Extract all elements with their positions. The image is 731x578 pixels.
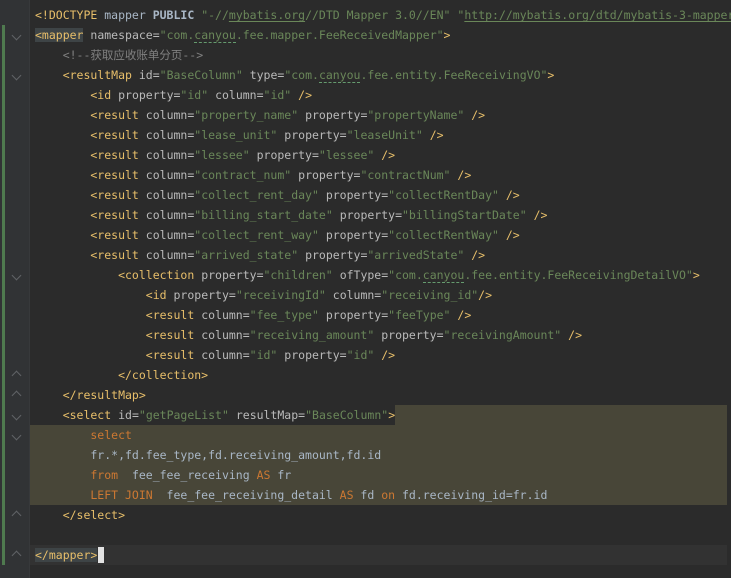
code-line-text: <!--获取应收账单分页--> xyxy=(35,48,204,62)
code-line[interactable]: <result column="id" property="id" /> xyxy=(30,345,727,365)
code-line-text: <result column="fee_type" property="feeT… xyxy=(35,308,472,322)
text-caret xyxy=(98,547,105,563)
code-line[interactable]: LEFT JOIN fee_fee_receiving_detail AS fd… xyxy=(30,485,727,505)
code-line-text: <result column="lessee" property="lessee… xyxy=(35,148,396,162)
fold-start-icon[interactable] xyxy=(11,30,22,41)
fold-start-icon[interactable] xyxy=(11,430,22,441)
editor-gutter[interactable] xyxy=(0,0,30,578)
code-line-text: fr.*,fd.fee_type,fd.receiving_amount,fd.… xyxy=(35,448,382,462)
code-line[interactable]: <result column="receiving_amount" proper… xyxy=(30,325,727,345)
code-line[interactable]: <mapper namespace="com.canyou.fee.mapper… xyxy=(30,25,727,45)
code-line[interactable]: from fee_fee_receiving AS fr xyxy=(30,465,727,485)
code-line-text: </select> xyxy=(35,508,126,522)
code-line[interactable]: <result column="contract_num" property="… xyxy=(30,165,727,185)
code-line-text: select xyxy=(35,428,132,442)
code-line[interactable]: <result column="lessee" property="lessee… xyxy=(30,145,727,165)
fold-end-icon[interactable] xyxy=(11,550,22,561)
code-line[interactable]: <result column="collect_rent_day" proper… xyxy=(30,185,727,205)
code-line-text: </collection> xyxy=(35,368,209,382)
code-line-text: <!DOCTYPE mapper PUBLIC "-//mybatis.org/… xyxy=(35,8,731,22)
code-line[interactable]: <result column="billing_start_date" prop… xyxy=(30,205,727,225)
code-line-text: <mapper namespace="com.canyou.fee.mapper… xyxy=(35,28,451,43)
code-editor[interactable]: <!DOCTYPE mapper PUBLIC "-//mybatis.org/… xyxy=(0,0,731,578)
code-line[interactable]: <result column="property_name" property=… xyxy=(30,105,727,125)
vcs-change-bar[interactable] xyxy=(2,25,5,565)
code-line[interactable]: </collection> xyxy=(30,365,727,385)
code-line-text: <result column="billing_start_date" prop… xyxy=(35,208,548,222)
code-line-text: <resultMap id="BaseColumn" type="com.can… xyxy=(35,68,555,83)
code-line-text: <result column="collect_rent_day" proper… xyxy=(35,188,520,202)
code-line[interactable]: <result column="fee_type" property="feeT… xyxy=(30,305,727,325)
code-line[interactable]: </mapper> xyxy=(30,545,727,565)
code-line[interactable]: select xyxy=(30,425,727,445)
code-line-text: <select id="getPageList" resultMap="Base… xyxy=(35,408,396,422)
injected-fragment-highlight xyxy=(395,405,727,425)
fold-end-icon[interactable] xyxy=(11,510,22,521)
fold-start-icon[interactable] xyxy=(11,410,22,421)
code-line[interactable] xyxy=(30,525,727,545)
code-lines: <!DOCTYPE mapper PUBLIC "-//mybatis.org/… xyxy=(30,5,731,565)
code-line[interactable]: <resultMap id="BaseColumn" type="com.can… xyxy=(30,65,727,85)
code-line-text: <result column="id" property="id" /> xyxy=(35,348,396,362)
code-line-text: <result column="property_name" property=… xyxy=(35,108,486,122)
code-line[interactable]: <!DOCTYPE mapper PUBLIC "-//mybatis.org/… xyxy=(30,5,731,25)
fold-start-icon[interactable] xyxy=(11,70,22,81)
fold-end-icon[interactable] xyxy=(11,390,22,401)
code-line[interactable]: <result column="lease_unit" property="le… xyxy=(30,125,727,145)
code-line-text: <result column="collect_rent_way" proper… xyxy=(35,228,520,242)
code-line-text: <result column="arrived_state" property=… xyxy=(35,248,486,262)
code-line-text: <result column="receiving_amount" proper… xyxy=(35,328,583,342)
code-line[interactable]: <result column="collect_rent_way" proper… xyxy=(30,225,727,245)
fold-end-icon[interactable] xyxy=(11,370,22,381)
code-line-text: <id property="receivingId" column="recei… xyxy=(35,288,493,302)
code-line[interactable]: <id property="receivingId" column="recei… xyxy=(30,285,727,305)
code-line-text: LEFT JOIN fee_fee_receiving_detail AS fd… xyxy=(35,488,548,502)
code-line-text: <id property="id" column="id" /> xyxy=(35,88,313,102)
code-line[interactable]: </resultMap> xyxy=(30,385,727,405)
code-line[interactable]: </select> xyxy=(30,505,727,525)
code-line[interactable]: <!--获取应收账单分页--> xyxy=(30,45,727,65)
code-line-text: <collection property="children" ofType="… xyxy=(35,268,700,283)
code-line-text: </resultMap> xyxy=(35,388,146,402)
code-line[interactable]: fr.*,fd.fee_type,fd.receiving_amount,fd.… xyxy=(30,445,727,465)
fold-start-icon[interactable] xyxy=(11,270,22,281)
code-line[interactable]: <collection property="children" ofType="… xyxy=(30,265,727,285)
code-line[interactable]: <result column="arrived_state" property=… xyxy=(30,245,727,265)
code-line[interactable]: <id property="id" column="id" /> xyxy=(30,85,727,105)
code-line-text: </mapper> xyxy=(35,548,98,562)
code-line-text: <result column="contract_num" property="… xyxy=(35,168,472,182)
code-line-text: from fee_fee_receiving AS fr xyxy=(35,468,292,482)
code-line[interactable]: <select id="getPageList" resultMap="Base… xyxy=(30,405,727,425)
code-line-text: <result column="lease_unit" property="le… xyxy=(35,128,444,142)
